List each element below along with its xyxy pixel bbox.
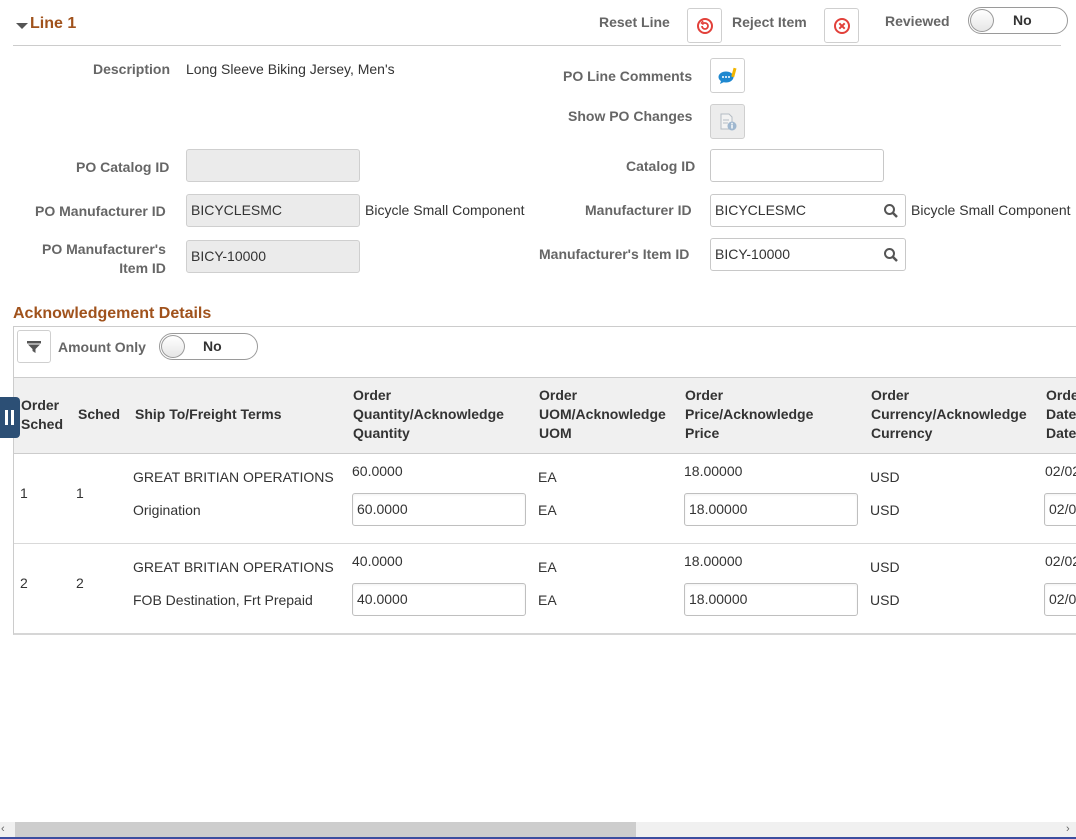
ack-currency-cell: USD: [870, 502, 900, 518]
manufacturer-item-id-label: Manufacturer's Item ID: [539, 246, 690, 262]
po-manufacturer-item-id-label: PO Manufacturer's Item ID: [42, 240, 166, 278]
col-header-currency[interactable]: Order Currency/Acknowledge Currency: [871, 386, 1027, 443]
order-sched-cell: 1: [20, 485, 28, 501]
po-catalog-id-label: PO Catalog ID: [76, 159, 170, 175]
po-mfg-item-label-line1: PO Manufacturer's: [42, 241, 166, 257]
freight-terms-cell: Origination: [133, 502, 201, 518]
reset-line-label: Reset Line: [599, 14, 670, 30]
ack-uom-cell: EA: [538, 502, 557, 518]
po-manufacturer-item-id-field: BICY-10000: [186, 240, 360, 273]
col-header-uom[interactable]: Order UOM/Acknowledge UOM: [539, 386, 666, 443]
reject-item-button[interactable]: [824, 8, 859, 43]
reject-item-label: Reject Item: [732, 14, 807, 30]
ship-to-cell: GREAT BRITIAN OPERATIONS: [133, 559, 334, 575]
order-qty-cell: 40.0000: [352, 553, 403, 569]
ack-qty-input[interactable]: 60.0000: [352, 493, 526, 526]
po-manufacturer-description: Bicycle Small Component: [365, 202, 525, 218]
toggle-knob: [161, 335, 185, 358]
search-icon[interactable]: [883, 203, 899, 219]
order-price-cell: 18.00000: [684, 463, 743, 479]
col-header-quantity[interactable]: Order Quantity/Acknowledge Quantity: [353, 386, 504, 443]
manufacturer-id-value: BICYCLESMC: [715, 202, 807, 218]
order-sched-cell: 2: [20, 575, 28, 591]
col-header-sched[interactable]: Sched: [78, 405, 120, 424]
ack-uom-cell: EA: [538, 592, 557, 608]
reviewed-toggle-value: No: [1013, 12, 1032, 28]
order-uom-cell: EA: [538, 469, 557, 485]
ack-price-input[interactable]: 18.00000: [684, 583, 858, 616]
show-po-changes-button[interactable]: [710, 104, 745, 139]
toggle-knob: [970, 9, 994, 32]
manufacturer-description: Bicycle Small Component: [911, 202, 1071, 218]
document-info-icon: [720, 113, 736, 130]
manufacturer-id-label: Manufacturer ID: [585, 202, 692, 218]
triangle-down-icon: [16, 23, 28, 29]
scrollbar-thumb[interactable]: [15, 822, 636, 837]
col-header-price[interactable]: Order Price/Acknowledge Price: [685, 386, 813, 443]
order-date-cell: 02/02: [1045, 463, 1076, 479]
ack-date-input[interactable]: 02/0: [1044, 493, 1076, 526]
line-title: Line 1: [30, 15, 77, 32]
reject-icon: [833, 17, 850, 34]
ack-qty-input[interactable]: 40.0000: [352, 583, 526, 616]
freight-terms-cell: FOB Destination, Frt Prepaid: [133, 592, 313, 608]
table-row: 1 1 GREAT BRITIAN OPERATIONS Origination…: [14, 455, 1076, 544]
horizontal-scrollbar[interactable]: ‹ ›: [0, 822, 1076, 837]
description-label: Description: [93, 61, 171, 77]
grid-pause-tab[interactable]: [0, 397, 20, 438]
reset-line-button[interactable]: [687, 8, 722, 43]
scroll-left-arrow[interactable]: ‹: [1, 822, 7, 837]
manufacturer-item-id-input[interactable]: BICY-10000: [710, 238, 906, 271]
amount-only-toggle[interactable]: No: [159, 333, 258, 360]
line-header-divider: [13, 45, 1061, 46]
collapse-toggle[interactable]: Line 1: [14, 15, 84, 37]
po-mfg-item-label-line2: Item ID: [119, 260, 166, 276]
manufacturer-id-input[interactable]: BICYCLESMC: [710, 194, 906, 227]
ack-details-title: Acknowledgement Details: [13, 305, 212, 322]
order-date-cell: 02/02: [1045, 553, 1076, 569]
po-line-comments-button[interactable]: [710, 58, 745, 93]
ack-date-input[interactable]: 02/0: [1044, 583, 1076, 616]
search-icon[interactable]: [883, 247, 899, 263]
po-line-comments-label: PO Line Comments: [563, 68, 693, 84]
manufacturer-item-id-value: BICY-10000: [715, 246, 790, 262]
po-manufacturer-id-label: PO Manufacturer ID: [35, 203, 166, 219]
amount-only-toggle-value: No: [203, 338, 222, 354]
reviewed-label: Reviewed: [885, 13, 950, 29]
ack-price-input[interactable]: 18.00000: [684, 493, 858, 526]
reset-icon: [696, 17, 713, 34]
order-price-cell: 18.00000: [684, 553, 743, 569]
order-uom-cell: EA: [538, 559, 557, 575]
order-qty-cell: 60.0000: [352, 463, 403, 479]
pause-icon: [5, 410, 8, 425]
sched-cell: 1: [76, 485, 84, 501]
catalog-id-input[interactable]: [710, 149, 884, 182]
filter-icon: [27, 340, 41, 353]
comment-icon: [718, 67, 736, 84]
reviewed-toggle[interactable]: No: [968, 7, 1068, 34]
sched-cell: 2: [76, 575, 84, 591]
col-header-ship-to[interactable]: Ship To/Freight Terms: [135, 405, 282, 424]
col-header-date[interactable]: Order Date Date: [1046, 386, 1076, 443]
ack-currency-cell: USD: [870, 592, 900, 608]
po-manufacturer-id-field: BICYCLESMC: [186, 194, 360, 227]
show-po-changes-label: Show PO Changes: [568, 108, 693, 124]
catalog-id-label: Catalog ID: [626, 158, 696, 174]
col-header-order-sched[interactable]: Order Sched: [21, 396, 63, 434]
table-row: 2 2 GREAT BRITIAN OPERATIONS FOB Destina…: [14, 545, 1076, 634]
filter-button[interactable]: [17, 330, 51, 363]
order-currency-cell: USD: [870, 559, 900, 575]
amount-only-label: Amount Only: [58, 339, 146, 355]
order-currency-cell: USD: [870, 469, 900, 485]
description-value: Long Sleeve Biking Jersey, Men's: [186, 61, 395, 77]
po-catalog-id-field: [186, 149, 360, 182]
scroll-right-arrow[interactable]: ›: [1066, 822, 1074, 837]
ship-to-cell: GREAT BRITIAN OPERATIONS: [133, 469, 334, 485]
